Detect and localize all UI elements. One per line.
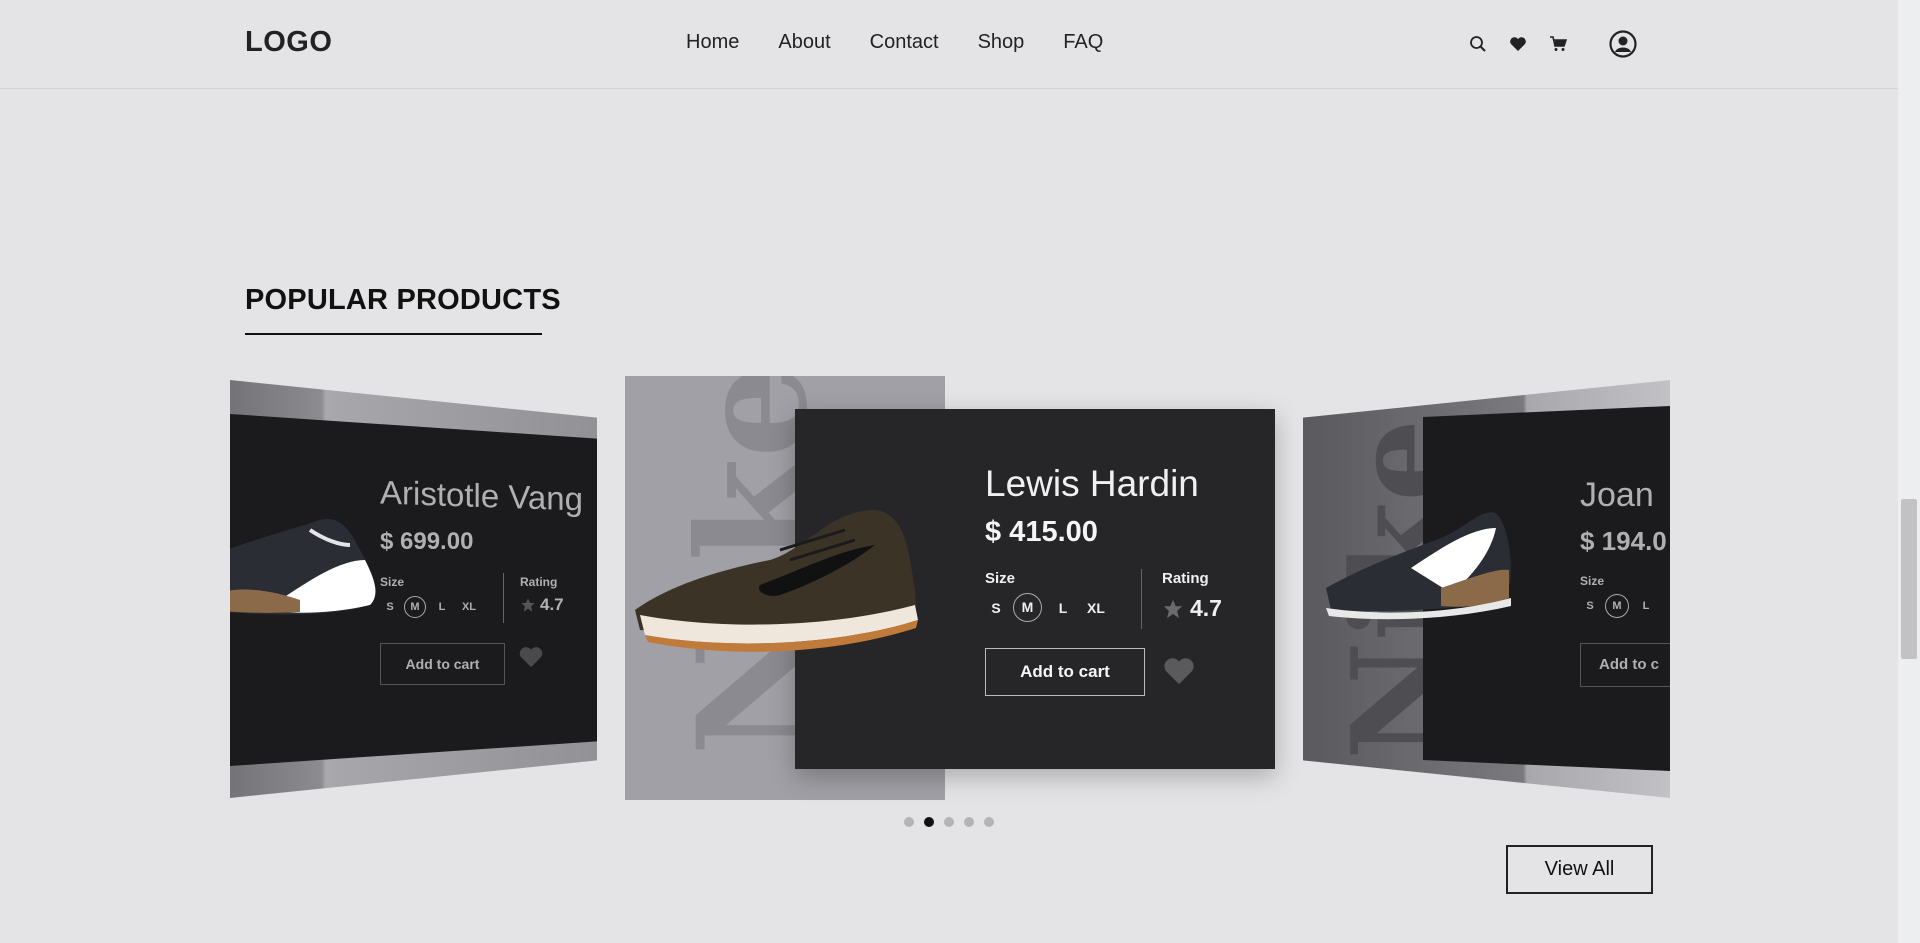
product-card-prev[interactable]: Aristotle Vang $ 699.00 Size S M L XL Ra… (230, 380, 597, 798)
star-icon (1163, 599, 1183, 618)
scrollbar-track[interactable] (1898, 0, 1920, 943)
shoe-image (230, 519, 376, 615)
rating: 4.7 (1162, 595, 1222, 622)
add-to-cart-button[interactable]: Add to cart (985, 648, 1145, 696)
size-xl[interactable]: XL (454, 601, 484, 613)
size-xl[interactable]: XL (1078, 600, 1114, 616)
size-label: Size (985, 570, 1016, 587)
scrollbar-thumb[interactable] (1901, 499, 1917, 659)
logo[interactable]: LOGO (245, 26, 332, 59)
nav-home[interactable]: Home (686, 31, 739, 54)
rating-label: Rating (1162, 570, 1209, 587)
view-all-button[interactable]: View All (1506, 845, 1653, 894)
nav-shop[interactable]: Shop (978, 31, 1025, 54)
carousel-dot-1[interactable] (904, 817, 914, 827)
size-label: Size (1580, 574, 1605, 588)
carousel-dots (904, 817, 1004, 827)
product-price: $ 699.00 (380, 528, 474, 555)
product-name: Lewis Hardin (985, 463, 1199, 504)
shoe-image (1326, 512, 1511, 620)
nav-faq[interactable]: FAQ (1063, 31, 1103, 54)
size-s[interactable]: S (1580, 600, 1600, 612)
product-price: $ 194.0 (1580, 526, 1667, 556)
star-icon (521, 598, 535, 612)
section-title: POPULAR PRODUCTS (245, 284, 561, 316)
product-name: Joan (1580, 476, 1654, 514)
nav-contact[interactable]: Contact (870, 31, 939, 54)
site-header: LOGO Home About Contact Shop FAQ (0, 0, 1898, 89)
add-to-cart-button[interactable]: Add to c (1580, 643, 1670, 687)
heart-icon[interactable] (518, 645, 544, 669)
rating: 4.7 (520, 595, 564, 615)
carousel-dot-5[interactable] (984, 817, 994, 827)
divider (1141, 569, 1142, 629)
size-label: Size (380, 575, 405, 589)
size-m[interactable]: M (404, 596, 426, 618)
rating-value: 4.7 (540, 595, 564, 614)
shoe-image (635, 510, 918, 652)
size-m[interactable]: M (1013, 593, 1042, 622)
add-to-cart-button[interactable]: Add to cart (380, 643, 505, 685)
search-icon[interactable] (1466, 32, 1490, 56)
size-m[interactable]: M (1605, 594, 1629, 618)
size-options: S M L XL (985, 593, 1114, 622)
size-s[interactable]: S (985, 600, 1007, 616)
rating-label: Rating (520, 575, 558, 589)
title-underline (245, 333, 542, 335)
size-l[interactable]: L (430, 601, 454, 613)
size-l[interactable]: L (1048, 600, 1078, 616)
rating-value: 4.7 (1190, 595, 1222, 621)
product-card-next[interactable]: Nike Joan $ 194.0 Size S M L Add to c (1303, 380, 1670, 798)
size-options: S M L (1580, 594, 1658, 618)
carousel-dot-2[interactable] (924, 817, 934, 827)
size-s[interactable]: S (380, 601, 400, 613)
carousel-dot-3[interactable] (944, 817, 954, 827)
size-options: S M L XL (380, 596, 484, 618)
header-icons (1466, 29, 1638, 59)
heart-icon[interactable] (1162, 656, 1196, 686)
divider (503, 573, 504, 623)
carousel-dot-4[interactable] (964, 817, 974, 827)
profile-icon[interactable] (1608, 29, 1638, 59)
product-name: Aristotle Vang (380, 473, 583, 518)
size-l[interactable]: L (1634, 600, 1658, 612)
main-nav: Home About Contact Shop FAQ (686, 31, 1142, 54)
cart-icon[interactable] (1546, 32, 1570, 56)
nav-about[interactable]: About (778, 31, 830, 54)
product-price: $ 415.00 (985, 516, 1098, 548)
heart-icon[interactable] (1506, 32, 1530, 56)
product-carousel[interactable]: Aristotle Vang $ 699.00 Size S M L XL Ra… (230, 370, 1670, 810)
